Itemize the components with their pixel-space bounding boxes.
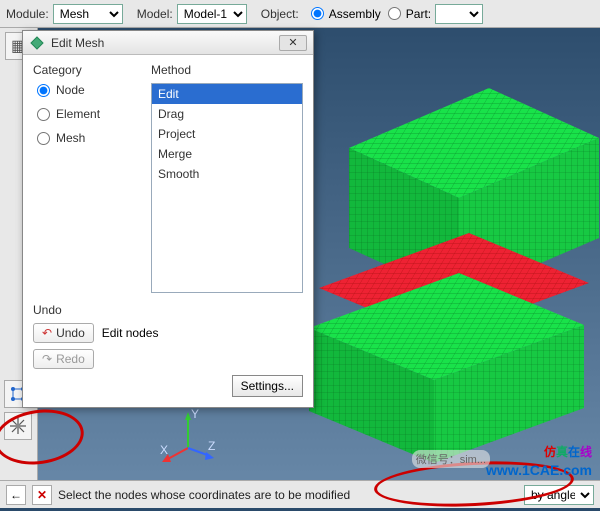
redo-button[interactable]: ↷ Redo [33,349,94,369]
method-item-merge[interactable]: Merge [152,144,302,164]
edit-mesh-tool-button[interactable] [4,412,32,440]
category-option-node[interactable]: Node [37,83,143,97]
model-label: Model: [137,7,173,21]
prompt-text: Select the nodes whose coordinates are t… [58,488,350,502]
category-radio[interactable] [37,108,50,121]
category-label: Element [56,107,100,121]
method-group-label: Method [151,63,303,77]
model-combo[interactable]: Model-1 [177,4,247,24]
undo-button[interactable]: ↶ Undo [33,323,94,343]
dialog-titlebar[interactable]: Edit Mesh ✕ [23,31,313,55]
prompt-back-button[interactable]: ← [6,485,26,505]
prompt-bar: ← ✕ Select the nodes whose coordinates a… [0,480,600,508]
method-item-drag[interactable]: Drag [152,104,302,124]
category-option-mesh[interactable]: Mesh [37,131,143,145]
dialog-close-button[interactable]: ✕ [279,35,307,51]
prompt-cancel-button[interactable]: ✕ [32,485,52,505]
category-label: Mesh [56,131,85,145]
part-combo[interactable] [435,4,483,24]
edit-mesh-icon [8,416,28,436]
object-assembly-radio[interactable] [311,7,324,20]
context-toolbar: Module: Mesh Model: Model-1 Object: Asse… [0,0,600,28]
svg-text:Z: Z [208,439,215,453]
object-part-label: Part: [406,7,431,21]
method-item-edit[interactable]: Edit [152,84,302,104]
module-label: Module: [6,7,49,21]
undo-group-label: Undo [33,303,303,317]
object-part-radio[interactable] [388,7,401,20]
svg-text:Y: Y [191,408,199,421]
module-combo[interactable]: Mesh [53,4,123,24]
watermark-wechat: 微信号：sim... [412,450,490,468]
object-assembly-label: Assembly [329,7,381,21]
svg-text:X: X [160,443,168,457]
undo-description: Edit nodes [102,326,159,340]
method-item-smooth[interactable]: Smooth [152,164,302,184]
dialog-title: Edit Mesh [51,36,279,50]
redo-icon: ↷ [42,352,52,366]
edit-mesh-dialog: Edit Mesh ✕ Category Node Element Mesh Met… [22,30,314,408]
selection-filter-combo[interactable]: by angle [524,485,594,505]
category-option-element[interactable]: Element [37,107,143,121]
undo-icon: ↶ [42,326,52,340]
method-item-project[interactable]: Project [152,124,302,144]
dialog-icon [29,35,45,51]
category-radio[interactable] [37,132,50,145]
category-group-label: Category [33,63,143,77]
object-label: Object: [261,7,299,21]
view-triad: Y X Z [158,408,218,468]
category-radio[interactable] [37,84,50,97]
category-label: Node [56,83,85,97]
method-listbox[interactable]: EditDragProjectMergeSmooth [151,83,303,293]
settings-button[interactable]: Settings... [232,375,303,397]
